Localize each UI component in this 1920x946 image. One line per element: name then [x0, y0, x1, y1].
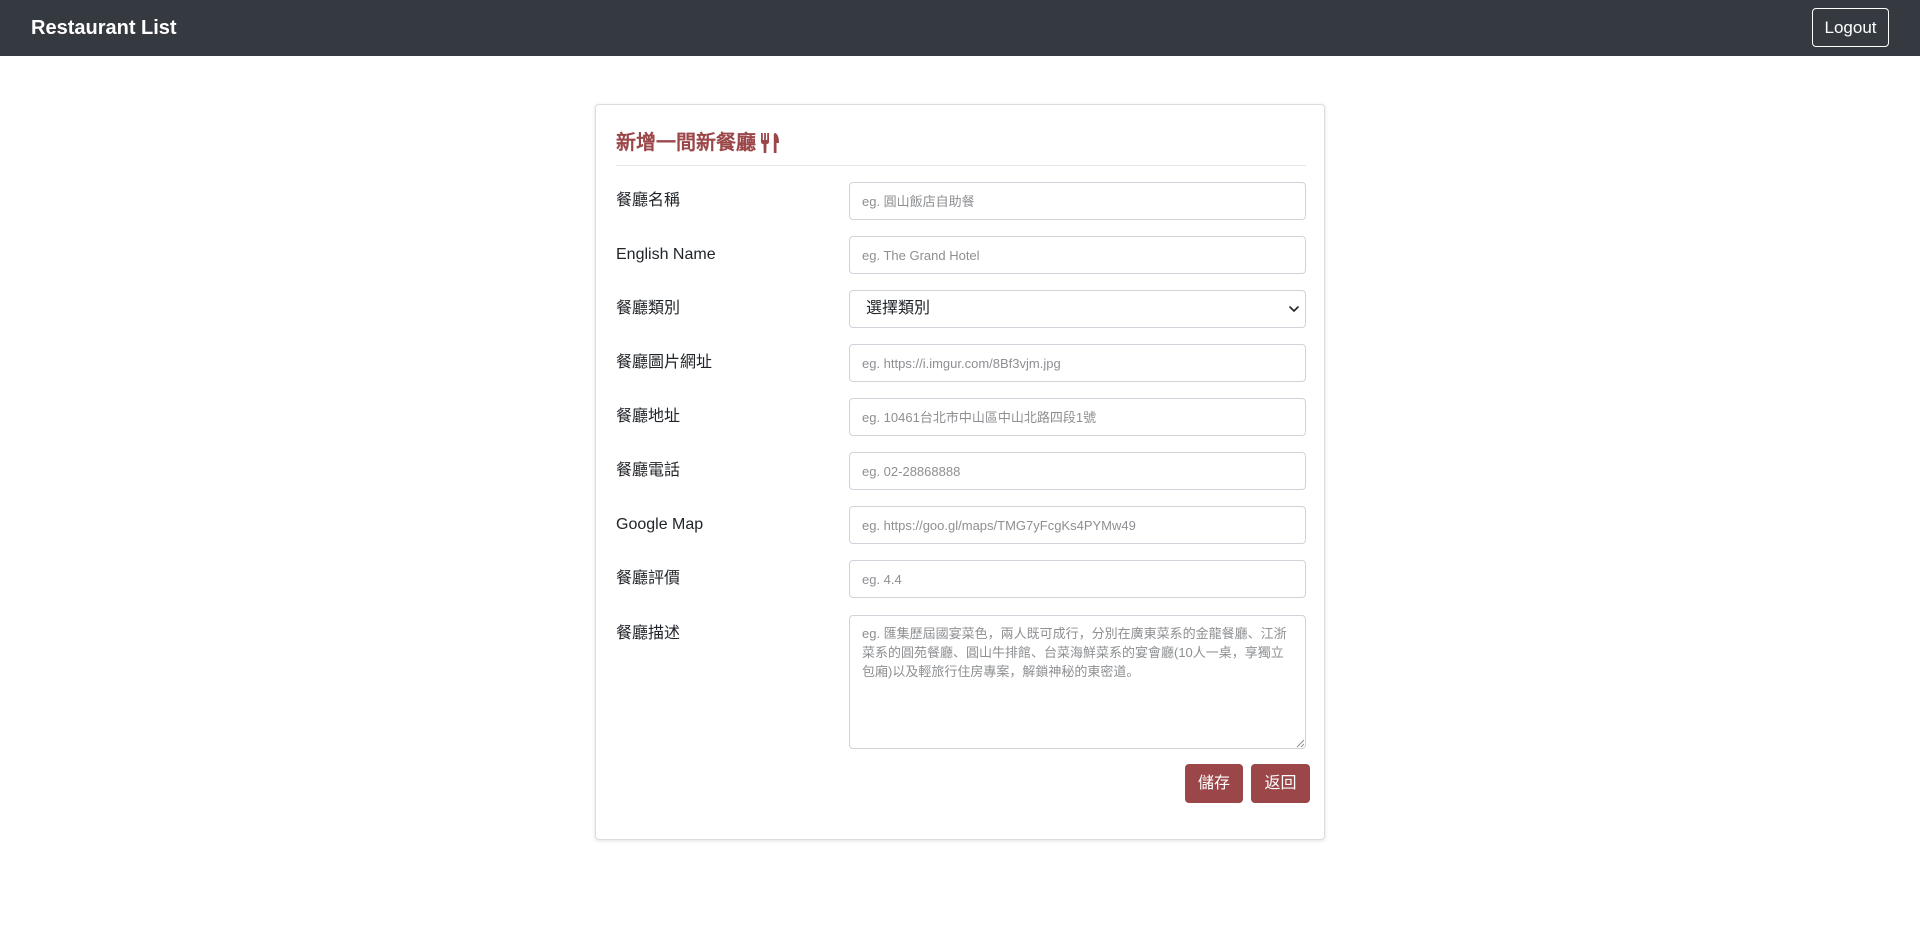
- description-label: 餐廳描述: [616, 625, 681, 642]
- utensils-icon: [761, 133, 779, 153]
- name-input[interactable]: [849, 182, 1306, 220]
- top-navbar: Restaurant List Logout: [0, 0, 1920, 56]
- phone-input[interactable]: [849, 452, 1306, 490]
- brand-link[interactable]: Restaurant List: [31, 15, 177, 41]
- form-title-text: 新增一間新餐廳: [616, 132, 756, 154]
- category-select[interactable]: 選擇類別: [849, 290, 1306, 328]
- rating-input[interactable]: [849, 560, 1306, 598]
- image-url-label: 餐廳圖片網址: [616, 354, 713, 371]
- address-input[interactable]: [849, 398, 1306, 436]
- chevron-down-icon: [1289, 306, 1299, 312]
- description-textarea[interactable]: [849, 615, 1306, 749]
- english-name-label: English Name: [616, 246, 716, 263]
- category-selected-value: 選擇類別: [866, 300, 931, 317]
- google-map-label: Google Map: [616, 516, 704, 533]
- back-button[interactable]: 返回: [1251, 764, 1310, 803]
- title-divider: [616, 165, 1306, 166]
- google-map-input[interactable]: [849, 506, 1306, 544]
- save-button[interactable]: 儲存: [1185, 764, 1243, 803]
- rating-label: 餐廳評價: [616, 570, 681, 587]
- phone-label: 餐廳電話: [616, 462, 681, 479]
- form-title: 新增一間新餐廳: [616, 123, 780, 163]
- logout-button[interactable]: Logout: [1812, 8, 1889, 47]
- english-name-input[interactable]: [849, 236, 1306, 274]
- resize-grip-icon[interactable]: [1296, 739, 1305, 748]
- image-url-input[interactable]: [849, 344, 1306, 382]
- address-label: 餐廳地址: [616, 408, 681, 425]
- name-label: 餐廳名稱: [616, 192, 681, 209]
- category-label: 餐廳類別: [616, 300, 681, 317]
- new-restaurant-card: 新增一間新餐廳 餐廳名稱 English Name 餐廳類別 選擇類別 餐廳圖片…: [595, 104, 1325, 840]
